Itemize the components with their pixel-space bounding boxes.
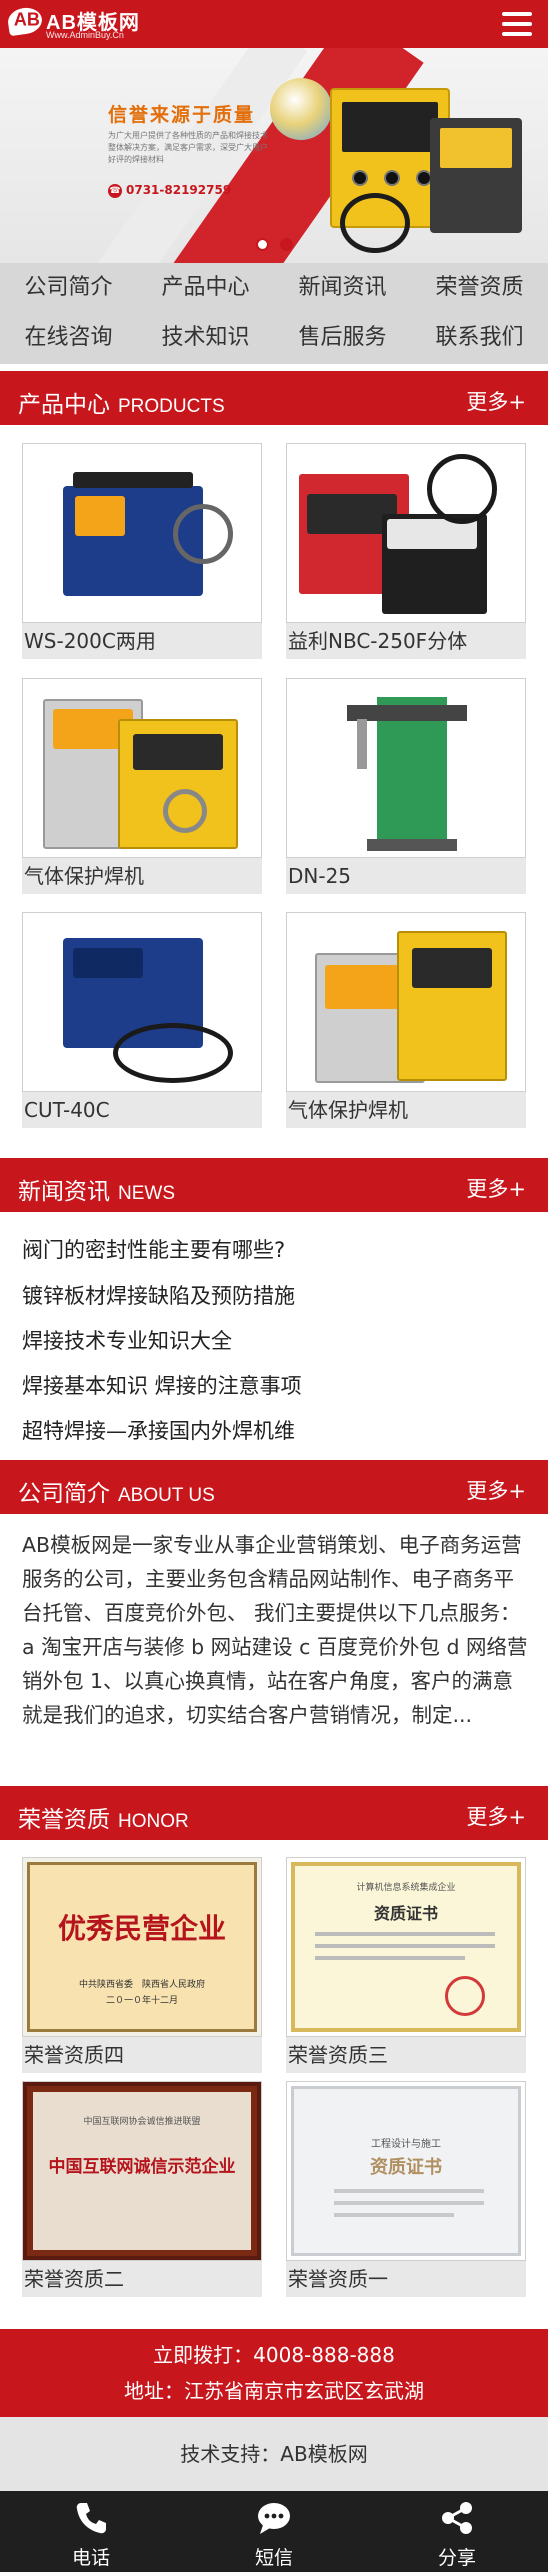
tab-label: 分享 (437, 2547, 476, 2569)
logo-mark: AB (13, 9, 40, 30)
news-section-header: 新闻资讯 NEWS 更多+ (0, 1158, 548, 1212)
site-logo[interactable]: AB AB模板网 Www.AdminBuy.Cn (6, 5, 148, 42)
honor-image-title: 优秀民营企业 (57, 1914, 226, 1945)
message-icon (258, 2503, 290, 2534)
honor-image: 工程设计与施工 资质证书 (286, 2081, 526, 2261)
quicknav-online-consult[interactable]: 在线咨询 (0, 313, 137, 363)
news-item[interactable]: 焊接技术专业知识大全 (22, 1321, 532, 1361)
phone-icon (76, 2503, 106, 2534)
news-item[interactable]: 镀锌板材焊接缺陷及预防措施 (22, 1276, 532, 1316)
product-name: CUT-40C (22, 1092, 262, 1128)
bottom-tabbar: 电话 短信 分享 (0, 2491, 548, 2572)
quicknav-company-profile[interactable]: 公司简介 (0, 263, 137, 313)
honor-image-header: 中国互联网协会诚信推进联盟 (83, 2117, 201, 2127)
product-image (22, 912, 262, 1092)
tab-label: 短信 (254, 2547, 293, 2569)
about-more-link[interactable]: 更多+ (466, 1475, 526, 1505)
products-section-header: 产品中心 PRODUCTS 更多+ (0, 371, 548, 425)
banner-welder-image-2 (430, 118, 522, 233)
phone-dot-icon: ☎ (108, 183, 122, 198)
quicknav-products[interactable]: 产品中心 (137, 263, 274, 313)
honor-card[interactable]: 中国互联网协会诚信推进联盟 中国互联网诚信示范企业 荣誉资质二 (22, 2081, 262, 2303)
section-title: 公司简介 ABOUT US (18, 1481, 215, 1507)
news-item[interactable]: 焊接基本知识 焊接的注意事项 (22, 1366, 532, 1406)
product-image (286, 678, 526, 858)
product-image (286, 912, 526, 1092)
honor-image-date: 二０一０年十二月 (105, 1996, 178, 2006)
product-name: WS-200C两用 (22, 623, 262, 659)
tab-phone[interactable]: 电话 (0, 2491, 182, 2572)
honor-more-link[interactable]: 更多+ (466, 1801, 526, 1831)
product-card[interactable]: 益利NBC-250F分体 (286, 443, 526, 665)
footer-support: 技术支持：AB模板网 (0, 2417, 548, 2491)
product-card[interactable]: 气体保护焊机 (22, 678, 262, 900)
section-title: 新闻资讯 NEWS (18, 1179, 175, 1205)
quicknav-news[interactable]: 新闻资讯 (274, 263, 411, 313)
banner-globe-image (270, 78, 332, 140)
honor-image: 计算机信息系统集成企业 资质证书 (286, 1857, 526, 2037)
product-name: 气体保护焊机 (22, 858, 262, 894)
banner-pagination (256, 238, 296, 252)
seal-icon (445, 1976, 485, 2016)
product-name: DN-25 (286, 858, 526, 894)
honor-image-issuer: 中共陕西省委 陕西省人民政府 (78, 1980, 205, 1990)
product-card[interactable]: CUT-40C (22, 912, 262, 1134)
section-title: 产品中心 PRODUCTS (18, 392, 225, 418)
honor-name: 荣誉资质三 (286, 2037, 526, 2073)
hamburger-menu-icon[interactable] (502, 12, 532, 36)
honor-card[interactable]: 工程设计与施工 资质证书 荣誉资质一 (286, 2081, 526, 2303)
tab-label: 电话 (71, 2547, 110, 2569)
banner-phone: ☎ 0731-82192759 (108, 183, 231, 198)
honor-card[interactable]: 计算机信息系统集成企业 资质证书 荣誉资质三 (286, 1857, 526, 2079)
honor-image-title: 中国互联网诚信示范企业 (48, 2157, 236, 2176)
footer-address: 地址：江苏省南京市玄武区玄武湖 (124, 2379, 424, 2403)
logo-url: Www.AdminBuy.Cn (46, 30, 124, 40)
footer-contact: 立即拨打：4008-888-888 地址：江苏省南京市玄武区玄武湖 (0, 2329, 548, 2417)
banner-cable-image (340, 193, 410, 253)
banner-description: 为广大用户提供了各种性质的产品和焊接技术整体解决方案，满足客户需求，深受广大用户… (108, 131, 268, 164)
footer-phone[interactable]: 立即拨打：4008-888-888 (0, 2337, 548, 2373)
quicknav-honor[interactable]: 荣誉资质 (411, 263, 548, 313)
honor-name: 荣誉资质一 (286, 2261, 526, 2297)
product-name: 气体保护焊机 (286, 1092, 526, 1128)
product-card[interactable]: DN-25 (286, 678, 526, 900)
products-more-link[interactable]: 更多+ (466, 386, 526, 416)
honor-image-header: 计算机信息系统集成企业 (356, 1883, 456, 1893)
honor-image-title: 资质证书 (370, 2157, 442, 2178)
about-description: AB模板网是一家专业从事企业营销策划、电子商务运营服务的公司，主要业务包含精品网… (22, 1533, 528, 1727)
about-section-header: 公司简介 ABOUT US 更多+ (0, 1460, 548, 1514)
logo-badge-icon: AB (6, 5, 44, 37)
product-image (22, 678, 262, 858)
quicknav-tech-knowledge[interactable]: 技术知识 (137, 313, 274, 363)
honor-image-header: 工程设计与施工 (371, 2139, 441, 2150)
product-card[interactable]: 气体保护焊机 (286, 912, 526, 1134)
honor-image-title: 资质证书 (373, 1904, 438, 1923)
quick-nav-grid: 公司简介 产品中心 新闻资讯 荣誉资质 在线咨询 技术知识 售后服务 联系我们 (0, 263, 548, 364)
news-item[interactable]: 阀门的密封性能主要有哪些? (22, 1230, 532, 1270)
tab-share[interactable]: 分享 (366, 2491, 548, 2572)
banner-slogan: 信誉来源于质量 (108, 105, 256, 126)
honor-card[interactable]: 优秀民营企业 中共陕西省委 陕西省人民政府 二０一０年十二月 荣誉资质四 (22, 1857, 262, 2079)
banner-dot-1[interactable] (256, 238, 269, 251)
share-icon (442, 2502, 472, 2534)
banner-dot-2[interactable] (280, 238, 293, 251)
news-item[interactable]: 超特焊接—承接国内外焊机维 (22, 1411, 532, 1451)
honor-section-header: 荣誉资质 HONOR 更多+ (0, 1786, 548, 1840)
tab-message[interactable]: 短信 (183, 2491, 365, 2572)
news-more-link[interactable]: 更多+ (466, 1173, 526, 1203)
honor-image: 中国互联网协会诚信推进联盟 中国互联网诚信示范企业 (22, 2081, 262, 2261)
honor-image: 优秀民营企业 中共陕西省委 陕西省人民政府 二０一０年十二月 (22, 1857, 262, 2037)
section-title: 荣誉资质 HONOR (18, 1807, 189, 1833)
hero-banner[interactable]: 信誉来源于质量 为广大用户提供了各种性质的产品和焊接技术整体解决方案，满足客户需… (0, 48, 548, 263)
quicknav-contact[interactable]: 联系我们 (411, 313, 548, 363)
honor-name: 荣誉资质四 (22, 2037, 262, 2073)
banner-phone-number: 0731-82192759 (126, 183, 232, 197)
product-name: 益利NBC-250F分体 (286, 623, 526, 659)
product-image (286, 443, 526, 623)
quicknav-after-sales[interactable]: 售后服务 (274, 313, 411, 363)
top-header: AB AB模板网 Www.AdminBuy.Cn (0, 0, 548, 48)
honor-name: 荣誉资质二 (22, 2261, 262, 2297)
product-image (22, 443, 262, 623)
product-card[interactable]: WS-200C两用 (22, 443, 262, 665)
